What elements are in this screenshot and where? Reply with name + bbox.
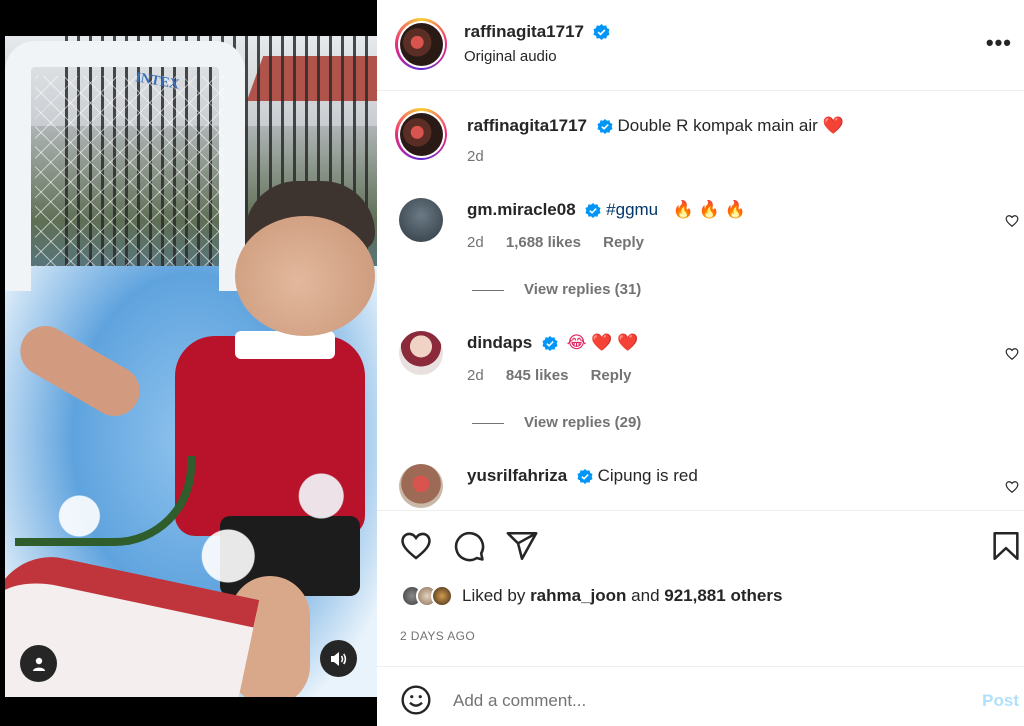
audio-label[interactable]: Original audio <box>464 48 610 65</box>
verified-badge-icon <box>542 335 558 351</box>
verified-badge-icon <box>577 468 593 484</box>
replies-divider <box>472 289 504 291</box>
caption-line: raffinagita1717 Double R kompak main air… <box>467 116 844 136</box>
author-username[interactable]: raffinagita1717 <box>464 22 584 41</box>
caption-emoji: ❤️ <box>822 116 844 135</box>
tagged-users-button[interactable] <box>20 645 57 682</box>
like-comment-icon[interactable] <box>1005 347 1019 361</box>
post-header: raffinagita1717 Original audio ••• <box>377 0 1024 91</box>
verified-badge-icon <box>585 202 601 218</box>
commenter-avatar[interactable] <box>399 464 443 508</box>
caption-text: Double R kompak main air <box>617 116 818 135</box>
view-replies-label: View replies (31) <box>524 281 642 298</box>
verified-badge-icon <box>593 24 610 41</box>
comment-text: Cipung is red <box>597 466 698 485</box>
comment-icon[interactable] <box>452 529 486 563</box>
view-replies-button[interactable]: View replies (29) <box>472 414 641 431</box>
like-comment-icon[interactable] <box>1005 214 1019 228</box>
post-sidebar: raffinagita1717 Original audio ••• raffi… <box>377 0 1024 726</box>
comment-username[interactable]: gm.miracle08 <box>467 200 576 219</box>
scene-baby-head <box>235 216 375 336</box>
comment-username[interactable]: yusrilfahriza <box>467 466 567 485</box>
mute-toggle-button[interactable] <box>320 640 357 677</box>
user-icon <box>32 657 45 671</box>
commenter-avatar[interactable] <box>399 198 443 242</box>
comment-meta: 2d 1,688 likes Reply <box>467 234 644 251</box>
replies-divider <box>472 422 504 424</box>
scene-goal-net <box>35 76 225 266</box>
save-bookmark-icon[interactable] <box>989 529 1023 563</box>
liker-avatar[interactable] <box>431 585 453 607</box>
comment-input[interactable]: Add a comment... <box>453 691 586 711</box>
likes-text: Liked by rahma_joon and 921,881 others <box>462 586 782 606</box>
post-actions: Liked by rahma_joon and 921,881 others 2… <box>377 510 1024 666</box>
likes-middle: and <box>631 586 660 605</box>
likes-prefix: Liked by <box>462 586 526 605</box>
comment-emoji: 🔥 🔥 🔥 <box>672 200 746 219</box>
like-comment-icon[interactable] <box>1005 480 1019 494</box>
comment-line: yusrilfahriza Cipung is red <box>467 466 698 486</box>
caption-row: raffinagita1717 Double R kompak main air… <box>377 92 1024 182</box>
likes-count[interactable]: 921,881 others <box>664 586 782 605</box>
view-replies-label: View replies (29) <box>524 414 642 431</box>
comment-username[interactable]: dindaps <box>467 333 532 352</box>
comment-line: dindaps 😂 ❤️ ❤️ <box>467 333 638 353</box>
comment-hashtag[interactable]: #ggmu <box>606 200 658 219</box>
add-comment-bar: Add a comment... Post <box>377 666 1024 726</box>
emoji-icon[interactable] <box>400 684 432 716</box>
caption-avatar[interactable] <box>395 108 447 160</box>
caption-age[interactable]: 2d <box>467 148 484 165</box>
commenter-avatar[interactable] <box>399 331 443 375</box>
more-options-button[interactable]: ••• <box>986 30 1012 56</box>
caption-username[interactable]: raffinagita1717 <box>467 116 587 135</box>
speaker-icon <box>330 651 346 666</box>
comment-line: gm.miracle08 #ggmu 🔥 🔥 🔥 <box>467 200 746 220</box>
author-info: raffinagita1717 Original audio <box>464 22 610 65</box>
liked-by-user[interactable]: rahma_joon <box>530 586 626 605</box>
author-avatar[interactable] <box>395 18 447 70</box>
comment-likes[interactable]: 845 likes <box>506 367 569 384</box>
post-media[interactable]: INTEX <box>0 0 377 726</box>
view-replies-button[interactable]: View replies (31) <box>472 281 641 298</box>
verified-badge-icon <box>597 118 613 134</box>
comment-meta: 2d 845 likes Reply <box>467 367 631 384</box>
comments-list[interactable]: raffinagita1717 Double R kompak main air… <box>377 92 1024 510</box>
share-icon[interactable] <box>505 529 539 563</box>
post-timestamp[interactable]: 2 DAYS AGO <box>400 629 475 643</box>
comment-row: gm.miracle08 #ggmu 🔥 🔥 🔥 2d 1,688 likes … <box>377 182 1024 315</box>
post-comment-button[interactable]: Post <box>982 691 1019 711</box>
comment-emoji: 😂 ❤️ ❤️ <box>566 333 639 352</box>
like-icon[interactable] <box>399 529 433 563</box>
comment-likes[interactable]: 1,688 likes <box>506 234 581 251</box>
comment-row: yusrilfahriza Cipung is red <box>377 448 1024 510</box>
comment-reply-button[interactable]: Reply <box>591 367 632 384</box>
post-video[interactable]: INTEX <box>5 36 377 697</box>
likes-summary: Liked by rahma_joon and 921,881 others <box>401 585 782 607</box>
comment-age[interactable]: 2d <box>467 234 484 251</box>
comment-age[interactable]: 2d <box>467 367 484 384</box>
scene-shirt-collar <box>235 331 335 359</box>
comment-row: dindaps 😂 ❤️ ❤️ 2d 845 likes Reply View … <box>377 315 1024 448</box>
comment-reply-button[interactable]: Reply <box>603 234 644 251</box>
